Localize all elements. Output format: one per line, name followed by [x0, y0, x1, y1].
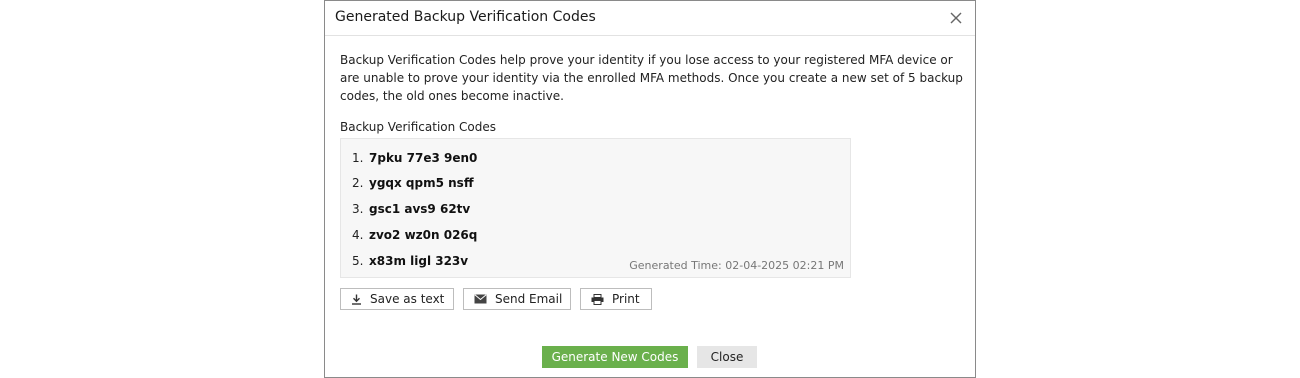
code-value: gsc1 avs9 62tv: [369, 202, 471, 216]
description-text: Backup Verification Codes help prove you…: [340, 53, 963, 103]
code-value: zvo2 wz0n 026q: [369, 228, 478, 242]
code-item: 3. gsc1 avs9 62tv: [352, 202, 470, 216]
codes-label: Backup Verification Codes: [340, 120, 497, 134]
codes-box: 1. 7pku 77e3 9en0 2. ygqx qpm5 nsff 3. gsc1…: [340, 138, 851, 278]
code-number: 4.: [352, 228, 364, 242]
dialog-title: Generated Backup Verification Codes: [335, 9, 596, 25]
send-email-button[interactable]: Send Email: [463, 288, 571, 310]
envelope-icon: [474, 294, 487, 304]
code-item: 1. 7pku 77e3 9en0: [352, 151, 477, 165]
save-as-text-label: Save as text: [370, 292, 445, 306]
code-item: 4. zvo2 wz0n 026q: [352, 228, 477, 242]
backup-codes-dialog: Generated Backup Verification Codes Back…: [324, 0, 976, 378]
send-email-label: Send Email: [495, 292, 563, 306]
generated-time: Generated Time: 02-04-2025 02:21 PM: [629, 259, 844, 272]
print-button[interactable]: Print: [580, 288, 652, 310]
code-value: ygqx qpm5 nsff: [369, 176, 474, 190]
code-number: 1.: [352, 151, 364, 165]
download-icon: [352, 294, 361, 305]
code-value: x83m ligl 323v: [369, 254, 469, 268]
close-button[interactable]: Close: [697, 346, 757, 368]
code-number: 5.: [352, 254, 364, 268]
code-item: 2. ygqx qpm5 nsff: [352, 176, 474, 190]
code-value: 7pku 77e3 9en0: [369, 151, 478, 165]
print-label: Print: [612, 292, 640, 306]
code-number: 2.: [352, 176, 364, 190]
code-number: 3.: [352, 202, 364, 216]
close-icon[interactable]: [948, 10, 964, 26]
dialog-header: Generated Backup Verification Codes: [325, 1, 975, 36]
code-item: 5. x83m ligl 323v: [352, 254, 468, 268]
printer-icon: [591, 293, 604, 305]
save-as-text-button[interactable]: Save as text: [340, 288, 454, 310]
generate-new-codes-button[interactable]: Generate New Codes: [542, 346, 688, 368]
